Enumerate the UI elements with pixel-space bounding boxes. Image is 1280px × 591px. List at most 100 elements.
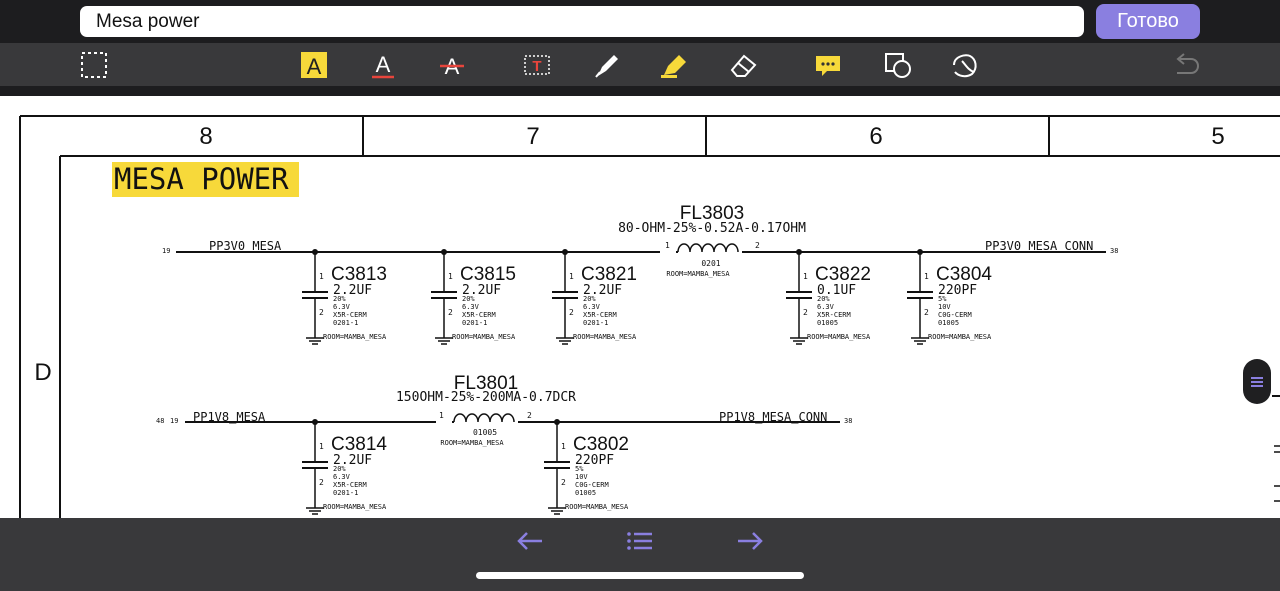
capacitor-dielectric: X5R-CERM [583,311,617,319]
capacitor-tolerance: 20% [333,295,346,303]
arrow-right-icon[interactable] [728,524,772,558]
capacitor-dielectric: C0G-CERM [938,311,972,319]
capacitor-tolerance: 20% [462,295,475,303]
capacitor-room: ROOM=MAMBA_MESA [452,333,516,341]
column-label-7: 7 [526,123,539,150]
column-label-5: 5 [1211,123,1224,150]
capacitor-pin1: 1 [569,272,574,281]
fl3803-room: ROOM=MAMBA_MESA [666,270,730,278]
arrow-left-icon[interactable] [508,524,552,558]
capacitor-dielectric: X5R-CERM [333,311,367,319]
capacitor-voltage: 10V [575,473,588,481]
bottom-bar [0,518,1280,591]
fl3801-value: 150OHM-25%-200MA-0.7DCR [396,390,576,405]
capacitor-pin2: 2 [448,308,453,317]
capacitor-dielectric: X5R-CERM [817,311,851,319]
capacitor-c3802: 12C3802220PF5%10VC0G-CERM01005ROOM=MAMBA… [544,419,629,515]
search-input[interactable] [80,6,1084,37]
selection-icon[interactable] [77,48,111,82]
fl3803-pin2: 2 [755,241,760,250]
net-ref-num: 19 [170,417,178,425]
net-ref-num: 48 [156,417,164,425]
lasso-icon[interactable] [948,48,982,82]
capacitor-dielectric: X5R-CERM [462,311,496,319]
capacitor-dielectric: C0G-CERM [575,481,609,489]
capacitor-package: 01005 [575,489,596,497]
capacitor-package: 0201-1 [333,319,358,327]
capacitor-pin1: 1 [319,272,324,281]
capacitor-tolerance: 5% [575,465,584,473]
capacitor-ref: C3814 [331,434,387,455]
fl3803-value: 80-OHM-25%-0.52A-0.17OHM [618,221,806,236]
capacitor-pin1: 1 [448,272,453,281]
capacitor-pin2: 2 [924,308,929,317]
net-ref-num: 38 [1110,247,1118,255]
highlight-text-icon[interactable]: A [297,48,331,82]
capacitor-room: ROOM=MAMBA_MESA [565,503,629,511]
capacitor-room: ROOM=MAMBA_MESA [323,503,387,511]
home-indicator [476,572,804,579]
capacitor-dielectric: X5R-CERM [333,481,367,489]
undo-icon[interactable] [1169,48,1203,82]
done-button[interactable]: Готово [1096,4,1200,39]
capacitor-c3821: 12C38212.2UF20%6.3VX5R-CERM0201-1ROOM=MA… [552,249,637,345]
pen-icon[interactable] [590,48,624,82]
capacitor-room: ROOM=MAMBA_MESA [323,333,387,341]
capacitor-tolerance: 5% [938,295,947,303]
strikethrough-text-icon[interactable]: A [435,48,469,82]
annotation-toolbar: A A A T [0,43,1280,86]
highlighter-icon[interactable] [657,48,691,82]
capacitor-room: ROOM=MAMBA_MESA [573,333,637,341]
underline-text-icon[interactable]: A [366,48,400,82]
pdf-page[interactable]: 8 7 6 5 D MESA POWER 19 PP3V0_MESA PP3V0… [0,96,1280,518]
svg-text:A: A [376,52,391,77]
list-icon[interactable] [618,524,662,558]
capacitor-pin1: 1 [561,442,566,451]
capacitor-pin2: 2 [561,478,566,487]
schematic-title: MESA POWER [114,162,289,196]
net-ref-num: 38 [844,417,852,425]
fl3803-pin1: 1 [665,241,670,250]
capacitor-ref: C3815 [460,264,516,285]
capacitor-pin2: 2 [319,478,324,487]
svg-text:T: T [532,58,541,75]
capacitor-pin2: 2 [319,308,324,317]
column-label-6: 6 [869,123,882,150]
net-pp3v0-mesa: PP3V0_MESA [209,239,282,253]
capacitor-voltage: 6.3V [817,303,835,311]
capacitor-ref: C3821 [581,264,637,285]
capacitor-package: 0201-1 [462,319,487,327]
capacitor-room: ROOM=MAMBA_MESA [807,333,871,341]
capacitor-c3813: 12C38132.2UF20%6.3VX5R-CERM0201-1ROOM=MA… [302,249,387,345]
toolbar-divider [0,86,1280,96]
net-pp3v0-mesa-conn: PP3V0_MESA_CONN [985,239,1093,253]
comment-icon[interactable] [811,48,845,82]
scroll-handle-icon [1251,376,1263,387]
capacitor-voltage: 6.3V [333,303,351,311]
column-label-8: 8 [199,123,212,150]
fl3801-room: ROOM=MAMBA_MESA [440,439,504,447]
capacitor-room: ROOM=MAMBA_MESA [928,333,992,341]
capacitor-ref: C3802 [573,434,629,455]
capacitor-pin1: 1 [319,442,324,451]
shapes-icon[interactable] [881,48,915,82]
svg-text:A: A [307,54,322,79]
net-pp1v8-mesa-conn: PP1V8_MESA_CONN [719,410,827,424]
fl3801-pkg: 01005 [473,428,497,437]
capacitor-package: 0201-1 [333,489,358,497]
capacitor-voltage: 6.3V [583,303,601,311]
capacitor-ref: C3804 [936,264,992,285]
capacitor-voltage: 6.3V [462,303,480,311]
top-bar: Готово [0,0,1280,43]
capacitor-c3815: 12C38152.2UF20%6.3VX5R-CERM0201-1ROOM=MA… [431,249,516,345]
text-box-icon[interactable]: T [520,48,554,82]
net-ref-num: 19 [162,247,170,255]
scroll-handle[interactable] [1243,359,1271,404]
capacitor-pin2: 2 [803,308,808,317]
fl3801-pin2: 2 [527,411,532,420]
capacitor-ref: C3813 [331,264,387,285]
capacitor-c3814: 12C38142.2UF20%6.3VX5R-CERM0201-1ROOM=MA… [302,419,387,515]
capacitor-tolerance: 20% [333,465,346,473]
capacitor-tolerance: 20% [817,295,830,303]
eraser-icon[interactable] [726,48,760,82]
